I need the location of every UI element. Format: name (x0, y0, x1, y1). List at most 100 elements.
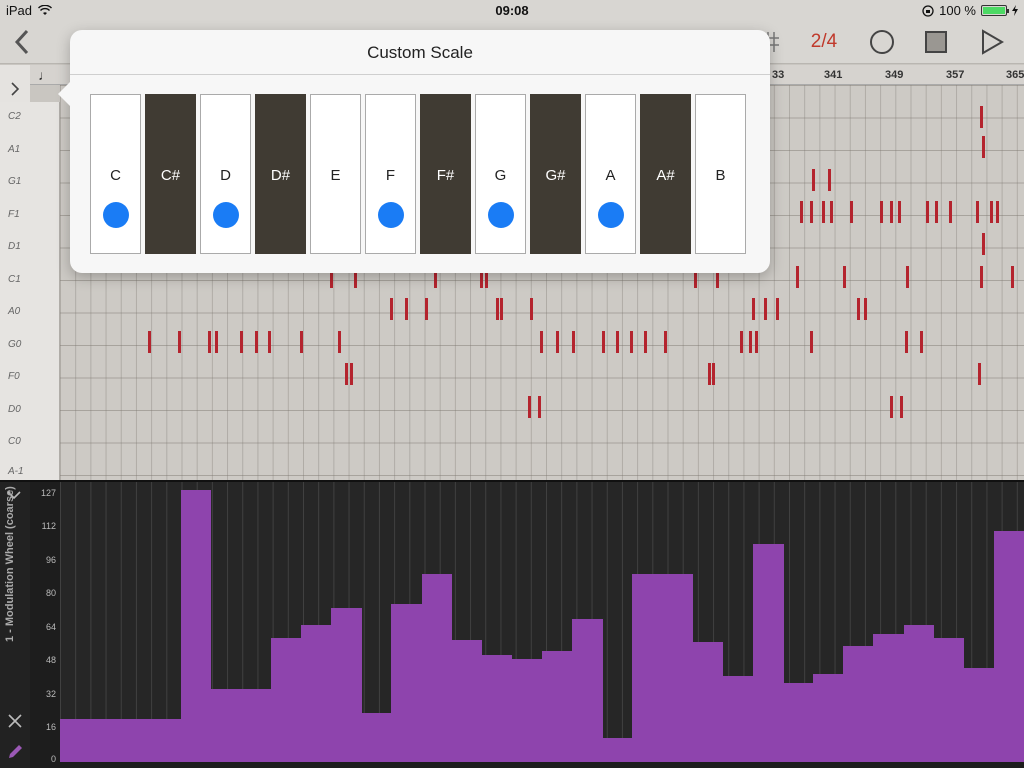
midi-note[interactable] (664, 331, 667, 353)
midi-note[interactable] (996, 201, 999, 223)
controller-bar[interactable] (451, 639, 468, 762)
stop-button[interactable] (920, 26, 952, 58)
controller-bar[interactable] (737, 676, 754, 762)
controller-bar[interactable] (376, 712, 392, 762)
controller-bar[interactable] (240, 689, 257, 762)
midi-note[interactable] (630, 331, 633, 353)
controller-bar[interactable] (993, 530, 1010, 762)
controller-bar[interactable] (783, 682, 799, 762)
midi-note[interactable] (572, 331, 575, 353)
midi-note[interactable] (976, 201, 979, 223)
midi-note[interactable] (708, 363, 711, 385)
controller-bar[interactable] (978, 667, 995, 762)
scale-key[interactable]: F# (420, 94, 471, 254)
midi-note[interactable] (990, 201, 993, 223)
midi-note[interactable] (982, 233, 985, 255)
controller-bar[interactable] (632, 573, 648, 762)
midi-note[interactable] (345, 363, 348, 385)
midi-note[interactable] (749, 331, 752, 353)
midi-note[interactable] (240, 331, 243, 353)
pencil-button[interactable] (7, 744, 23, 765)
controller-bar[interactable] (963, 667, 980, 762)
midi-note[interactable] (980, 106, 983, 128)
controller-bar[interactable] (210, 689, 227, 762)
midi-note[interactable] (208, 331, 211, 353)
midi-note[interactable] (796, 266, 799, 288)
controller-bar[interactable] (316, 624, 332, 762)
controller-bar[interactable] (903, 624, 920, 762)
controller-bar[interactable] (662, 573, 679, 762)
midi-note[interactable] (864, 298, 867, 320)
midi-note[interactable] (978, 363, 981, 385)
controller-bar[interactable] (828, 674, 844, 762)
controller-bar[interactable] (933, 637, 950, 762)
controller-bar[interactable] (361, 712, 377, 762)
controller-bar[interactable] (195, 490, 212, 762)
controller-bar[interactable] (752, 543, 769, 762)
controller-bar[interactable] (918, 624, 935, 762)
midi-note[interactable] (776, 298, 779, 320)
midi-note[interactable] (828, 169, 831, 191)
scale-key[interactable]: A (585, 94, 636, 254)
controller-bar[interactable] (270, 637, 287, 762)
controller-bar[interactable] (436, 573, 453, 762)
midi-note[interactable] (890, 201, 893, 223)
midi-note[interactable] (405, 298, 408, 320)
controller-bar[interactable] (105, 719, 121, 762)
midi-note[interactable] (1011, 266, 1014, 288)
midi-note[interactable] (810, 331, 813, 353)
midi-note[interactable] (740, 331, 743, 353)
controller-bar[interactable] (406, 603, 422, 762)
midi-note[interactable] (830, 201, 833, 223)
controller-bar[interactable] (421, 573, 438, 762)
midi-note[interactable] (755, 331, 758, 353)
controller-bar[interactable] (511, 659, 528, 762)
controller-bar[interactable] (391, 603, 407, 762)
controller-bar[interactable] (843, 646, 859, 762)
midi-note[interactable] (540, 331, 543, 353)
midi-note[interactable] (528, 396, 531, 418)
controller-bar[interactable] (692, 642, 709, 762)
controller-bar[interactable] (1008, 530, 1024, 762)
midi-note[interactable] (822, 201, 825, 223)
midi-note[interactable] (268, 331, 271, 353)
scale-key[interactable]: E (310, 94, 361, 254)
controller-bar[interactable] (767, 543, 784, 762)
scale-key[interactable]: C (90, 94, 141, 254)
scale-key[interactable]: F (365, 94, 416, 254)
midi-note[interactable] (712, 363, 715, 385)
midi-note[interactable] (935, 201, 938, 223)
midi-note[interactable] (905, 331, 908, 353)
scale-key[interactable]: G# (530, 94, 581, 254)
midi-note[interactable] (812, 169, 815, 191)
midi-note[interactable] (602, 331, 605, 353)
controller-bar[interactable] (225, 689, 242, 762)
midi-note[interactable] (616, 331, 619, 353)
midi-note[interactable] (810, 201, 813, 223)
midi-note[interactable] (880, 201, 883, 223)
controller-bar[interactable] (873, 633, 889, 762)
midi-note[interactable] (350, 363, 353, 385)
midi-note[interactable] (538, 396, 541, 418)
controller-bar[interactable] (496, 654, 513, 762)
play-button[interactable] (976, 26, 1008, 58)
controller-bar[interactable] (813, 674, 829, 762)
controller-bar[interactable] (587, 618, 603, 762)
scale-key[interactable]: B (695, 94, 746, 254)
midi-note[interactable] (857, 298, 860, 320)
controller-bar[interactable] (301, 624, 317, 762)
controller-bar[interactable] (60, 719, 76, 762)
controller-bar[interactable] (120, 719, 136, 762)
controller-bar[interactable] (948, 637, 965, 762)
controller-bar[interactable] (542, 650, 558, 762)
midi-note[interactable] (300, 331, 303, 353)
controller-bar[interactable] (572, 618, 588, 762)
midi-note[interactable] (500, 298, 503, 320)
controller-graph[interactable] (60, 482, 1024, 762)
midi-note[interactable] (752, 298, 755, 320)
scale-key[interactable]: C# (145, 94, 196, 254)
midi-note[interactable] (926, 201, 929, 223)
controller-bar[interactable] (858, 646, 874, 762)
scale-key[interactable]: A# (640, 94, 691, 254)
midi-note[interactable] (843, 266, 846, 288)
